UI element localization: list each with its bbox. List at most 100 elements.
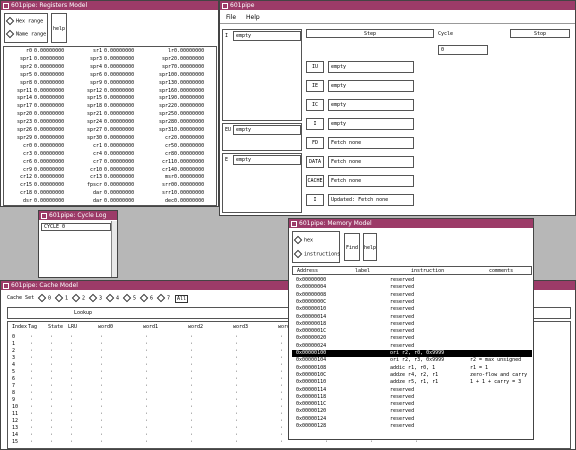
hex-radio[interactable]: Hex range <box>5 16 43 26</box>
register-value[interactable]: 0.00000000 <box>174 103 204 109</box>
memory-row[interactable]: 0x00000114 reserved <box>292 387 532 394</box>
register-value[interactable]: 0.00000000 <box>34 119 64 125</box>
register-value[interactable]: 0.00000000 <box>34 151 64 157</box>
memory-instr-radio[interactable]: instructions <box>293 249 340 259</box>
register-value[interactable]: 0.00000000 <box>174 80 204 86</box>
cache-set-option[interactable]: 3 <box>88 293 102 303</box>
window-menu-icon[interactable] <box>3 3 9 9</box>
register-value[interactable]: 0.00000000 <box>104 103 134 109</box>
pipe-titlebar[interactable]: 601pipe <box>220 1 575 10</box>
cyclelog-scrollbar[interactable] <box>111 221 117 277</box>
register-value[interactable]: 0.00000000 <box>174 95 204 101</box>
register-value[interactable]: 0.00000000 <box>174 88 204 94</box>
memory-help-button[interactable]: help <box>363 233 377 261</box>
register-value[interactable]: 0.00000000 <box>104 95 134 101</box>
register-value[interactable]: 0.00000000 <box>34 174 64 180</box>
memory-row[interactable]: 0x0000000C reserved <box>292 299 532 306</box>
register-value[interactable]: 0.00000000 <box>174 119 204 125</box>
memory-row[interactable]: 0x00000124 reserved <box>292 416 532 423</box>
memory-row[interactable]: 0x00000128 reserved <box>292 423 532 430</box>
register-value[interactable]: 0.00000000 <box>174 56 204 62</box>
memory-row[interactable]: 0x00000018 reserved <box>292 321 532 328</box>
memory-row[interactable]: 0x00000108 addic r1, r0, 1 r1 = 1 <box>292 365 532 372</box>
register-value[interactable]: 0.00000000 <box>34 127 64 133</box>
register-value[interactable]: 0.00000000 <box>34 72 64 78</box>
memory-row[interactable]: 0x00000020 reserved <box>292 335 532 342</box>
memory-row[interactable]: 0x00000004 reserved <box>292 284 532 291</box>
register-value[interactable]: 0.00000000 <box>174 48 204 54</box>
register-value[interactable]: 0.00000000 <box>104 64 134 70</box>
register-value[interactable]: 0.00000000 <box>104 190 134 196</box>
register-value[interactable]: 0.00000000 <box>104 48 134 54</box>
memory-row[interactable]: 0x0000011C reserved <box>292 401 532 408</box>
register-value[interactable]: 0.00000000 <box>104 151 134 157</box>
register-value[interactable]: 0.00000000 <box>34 198 64 204</box>
register-value[interactable]: 0.00000000 <box>104 198 134 204</box>
memory-row[interactable]: 0x00000008 reserved <box>292 292 532 299</box>
memory-row[interactable]: 0x0000001C reserved <box>292 328 532 335</box>
memory-row[interactable]: 0x00000024 reserved <box>292 343 532 350</box>
memory-row[interactable]: 0x00000110 addze r5, r1, r1 1 + 1 + carry … <box>292 379 532 386</box>
window-menu-icon[interactable] <box>291 221 297 227</box>
menu-file[interactable]: File <box>226 15 236 21</box>
register-value[interactable]: 0.00000000 <box>174 151 204 157</box>
register-value[interactable]: 0.00000000 <box>34 111 64 117</box>
cache-set-option[interactable]: 7 <box>156 293 170 303</box>
register-value[interactable]: 0.00000000 <box>34 88 64 94</box>
register-value[interactable]: 0.00000000 <box>174 190 204 196</box>
name-radio[interactable]: Name range <box>5 29 46 39</box>
memory-row[interactable]: 0x00000118 reserved <box>292 394 532 401</box>
register-value[interactable]: 0.00000000 <box>174 135 204 141</box>
memory-row[interactable]: 0x00000104 ori r2, r3, 0x9999 r2 = max uns… <box>292 357 532 364</box>
window-menu-icon[interactable] <box>41 213 47 219</box>
register-value[interactable]: 0.00000000 <box>104 56 134 62</box>
register-value[interactable]: 0.00000000 <box>174 64 204 70</box>
memory-row[interactable]: 0x0000010C addze r4, r2, r1 zero-flow and … <box>292 372 532 379</box>
register-value[interactable]: 0.00000000 <box>104 111 134 117</box>
cache-set-option[interactable]: 5 <box>122 293 136 303</box>
menu-help[interactable]: Help <box>246 15 260 21</box>
memory-row[interactable]: 0x00000120 reserved <box>292 408 532 415</box>
register-value[interactable]: 0.00000000 <box>34 159 64 165</box>
cache-set-option[interactable]: 6 <box>139 293 153 303</box>
cache-set-option[interactable]: 2 <box>71 293 85 303</box>
cache-set-option[interactable]: 1 <box>54 293 68 303</box>
memory-row[interactable]: 0x00000010 reserved <box>292 306 532 313</box>
cache-set-option[interactable]: 4 <box>105 293 119 303</box>
register-value[interactable]: 0.00000000 <box>104 127 134 133</box>
register-value[interactable]: 0.00000000 <box>174 174 204 180</box>
register-value[interactable]: 0.00000000 <box>34 135 64 141</box>
register-value[interactable]: 0.00000000 <box>174 111 204 117</box>
register-value[interactable]: 0.00000000 <box>174 159 204 165</box>
memory-row[interactable]: 0x00000100 ori r2, r0, 0x9999 <box>292 350 532 357</box>
cycle-field[interactable]: 0 <box>438 45 488 55</box>
register-value[interactable]: 0.00000000 <box>104 182 134 188</box>
register-value[interactable]: 0.00000000 <box>174 72 204 78</box>
register-value[interactable]: 0.00000000 <box>104 143 134 149</box>
register-value[interactable]: 0.00000000 <box>34 95 64 101</box>
memory-row[interactable]: 0x00000014 reserved <box>292 314 532 321</box>
register-value[interactable]: 0.00000000 <box>104 72 134 78</box>
register-value[interactable]: 0.00000000 <box>104 167 134 173</box>
register-value[interactable]: 0.00000000 <box>34 80 64 86</box>
register-value[interactable]: 0.00000000 <box>34 64 64 70</box>
register-value[interactable]: 0.00000000 <box>34 48 64 54</box>
window-menu-icon[interactable] <box>222 3 228 9</box>
stop-button[interactable]: Stop <box>510 29 570 38</box>
window-menu-icon[interactable] <box>3 283 9 289</box>
register-value[interactable]: 0.00000000 <box>34 56 64 62</box>
cache-set-option[interactable]: All <box>175 295 189 303</box>
cache-set-option[interactable]: 0 <box>37 293 51 303</box>
register-value[interactable]: 0.00000000 <box>174 198 204 204</box>
memory-titlebar[interactable]: 601pipe: Memory Model <box>289 219 533 228</box>
register-value[interactable]: 0.00000000 <box>174 127 204 133</box>
register-value[interactable]: 0.00000000 <box>34 103 64 109</box>
find-button[interactable]: Find <box>344 233 360 261</box>
memory-hex-radio[interactable]: hex <box>293 235 313 245</box>
register-value[interactable]: 0.00000000 <box>104 119 134 125</box>
register-value[interactable]: 0.00000000 <box>104 80 134 86</box>
register-value[interactable]: 0.00000000 <box>104 174 134 180</box>
register-value[interactable]: 0.00000000 <box>104 159 134 165</box>
register-value[interactable]: 0.00000000 <box>104 88 134 94</box>
register-value[interactable]: 0.00000000 <box>34 167 64 173</box>
